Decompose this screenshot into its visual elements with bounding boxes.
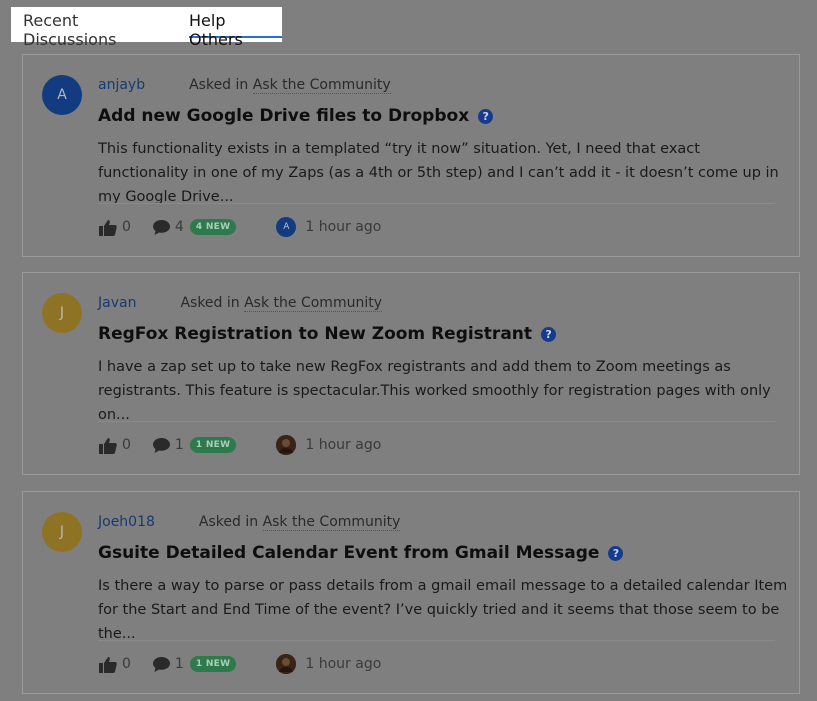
post-title[interactable]: RegFox Registration to New Zoom Registra… [98, 324, 557, 344]
like-count: 0 [122, 219, 131, 235]
post-title-text[interactable]: Gsuite Detailed Calendar Event from Gmai… [98, 543, 599, 563]
post-stats: 0 4 4 NEW A 1 hour ago [98, 217, 381, 237]
replier-avatar[interactable] [276, 435, 297, 455]
tab-recent-discussions[interactable]: Recent Discussions [23, 7, 173, 49]
like-button[interactable]: 0 [98, 219, 131, 236]
post-meta: Joeh018 Asked in Ask the Community [98, 514, 401, 531]
divider [98, 421, 775, 422]
discussion-card[interactable]: J Joeh018 Asked in Ask the Community Gsu… [22, 491, 800, 694]
comment-count: 4 [174, 219, 184, 235]
thumbs-up-icon [99, 437, 117, 454]
asked-prefix: Asked in [180, 295, 240, 311]
like-count: 0 [122, 656, 131, 672]
user-photo-icon [276, 654, 297, 674]
like-count: 0 [122, 437, 131, 453]
comment-count-button[interactable]: 1 [152, 437, 184, 454]
comment-count-button[interactable]: 1 [152, 656, 184, 673]
author-link[interactable]: Joeh018 [98, 514, 155, 530]
question-icon: ? [541, 326, 557, 342]
tab-bar: Recent Discussions Help Others [11, 7, 282, 49]
post-excerpt: This functionality exists in a templated… [98, 141, 779, 205]
thumbs-up-icon [99, 656, 117, 673]
post-meta: Javan Asked in Ask the Community [98, 295, 382, 312]
timestamp: 1 hour ago [305, 219, 382, 235]
asked-prefix: Asked in [198, 514, 259, 530]
asked-prefix: Asked in [189, 77, 249, 93]
asked-in-label: Asked in Ask the Community [180, 295, 382, 312]
comment-icon [152, 437, 170, 453]
avatar[interactable]: J [42, 512, 82, 552]
post-title[interactable]: Add new Google Drive files to Dropbox ? [98, 106, 494, 126]
post-title[interactable]: Gsuite Detailed Calendar Event from Gmai… [98, 543, 624, 563]
discussion-card[interactable]: J Javan Asked in Ask the Community RegFo… [22, 272, 800, 475]
post-title-text[interactable]: Add new Google Drive files to Dropbox [98, 106, 469, 126]
replier-avatar[interactable]: A [276, 217, 297, 237]
comment-count: 1 [174, 656, 184, 672]
new-replies-badge: 1 NEW [189, 437, 237, 453]
new-replies-badge: 4 NEW [189, 219, 237, 235]
post-excerpt: Is there a way to parse or pass details … [98, 578, 788, 642]
discussion-card[interactable]: A anjayb Asked in Ask the Community Add … [22, 54, 800, 257]
tab-help-others[interactable]: Help Others [189, 7, 282, 49]
asked-in-label: Asked in Ask the Community [189, 77, 391, 94]
new-replies-badge: 1 NEW [189, 656, 237, 672]
comment-icon [152, 219, 170, 235]
divider [98, 640, 775, 641]
avatar[interactable]: J [42, 293, 82, 333]
post-excerpt: I have a zap set up to take new RegFox r… [98, 359, 771, 423]
community-link[interactable]: Ask the Community [244, 295, 382, 312]
avatar[interactable]: A [42, 75, 82, 115]
community-link[interactable]: Ask the Community [252, 77, 391, 94]
timestamp: 1 hour ago [305, 656, 382, 672]
question-icon: ? [478, 108, 494, 124]
post-stats: 0 1 1 NEW 1 hour ago [98, 654, 381, 674]
comment-count: 1 [174, 437, 184, 453]
divider [98, 203, 775, 204]
comment-count-button[interactable]: 4 [152, 219, 184, 236]
timestamp: 1 hour ago [305, 437, 382, 453]
author-link[interactable]: Javan [98, 295, 136, 311]
replier-avatar[interactable] [276, 654, 297, 674]
thumbs-up-icon [99, 219, 117, 236]
post-title-text[interactable]: RegFox Registration to New Zoom Registra… [98, 324, 532, 344]
post-meta: anjayb Asked in Ask the Community [98, 77, 391, 94]
author-link[interactable]: anjayb [98, 77, 145, 93]
like-button[interactable]: 0 [98, 656, 131, 673]
user-photo-icon [276, 435, 297, 455]
post-stats: 0 1 1 NEW 1 hour ago [98, 435, 381, 455]
like-button[interactable]: 0 [98, 437, 131, 454]
question-icon: ? [608, 545, 624, 561]
community-link[interactable]: Ask the Community [262, 514, 401, 531]
comment-icon [152, 656, 170, 672]
asked-in-label: Asked in Ask the Community [198, 514, 401, 531]
